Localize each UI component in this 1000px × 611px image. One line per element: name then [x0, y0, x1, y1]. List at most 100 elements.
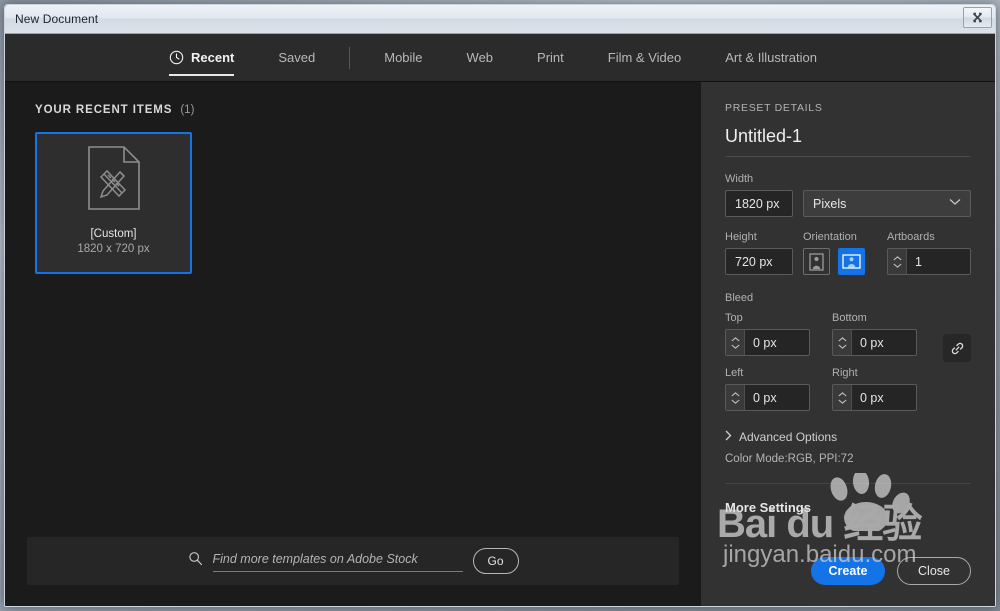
tab-film-video-label: Film & Video	[607, 50, 682, 65]
advanced-options-label: Advanced Options	[739, 430, 838, 444]
chevron-right-icon	[725, 430, 732, 444]
bleed-grid: Top 0 px Bottom 0 px Left 0 px Right 0 p…	[725, 312, 971, 411]
bleed-right-value: 0 px	[860, 390, 884, 405]
link-chain-icon	[951, 342, 963, 354]
stepper-up-icon	[730, 336, 740, 342]
templates-pane: YOUR RECENT ITEMS (1) [Custom] 1820 x 72…	[5, 82, 701, 606]
bleed-left-stepper[interactable]: 0 px	[725, 384, 810, 411]
close-button-label: Close	[918, 564, 950, 578]
tab-art-illustration-label: Art & Illustration	[725, 50, 817, 65]
more-settings-button[interactable]: More Settings	[725, 500, 971, 515]
chevron-down-icon	[949, 198, 961, 209]
tab-web-label: Web	[466, 50, 494, 65]
height-section: Height 720 px	[725, 231, 803, 275]
artboards-stepper-arrows[interactable]	[888, 249, 907, 274]
adobe-stock-search-bar: Go	[27, 537, 679, 585]
tab-web[interactable]: Web	[445, 34, 516, 82]
tab-mobile[interactable]: Mobile	[362, 34, 444, 82]
units-select-value: Pixels	[813, 196, 847, 211]
recent-items-header: YOUR RECENT ITEMS (1)	[5, 82, 701, 116]
bleed-bottom-cell: Bottom 0 px	[832, 312, 917, 356]
clock-icon	[169, 50, 184, 65]
bleed-left-value: 0 px	[753, 390, 777, 405]
dialog-body: Recent Saved Mobile Web Print Film & Vid…	[5, 34, 995, 606]
width-row: 1820 px Pixels	[725, 190, 971, 217]
window-controls	[963, 7, 992, 28]
tab-separator	[349, 46, 351, 69]
orientation-landscape-icon	[842, 254, 861, 269]
document-name-field[interactable]: Untitled-1	[725, 126, 971, 157]
orientation-portrait-icon	[809, 252, 824, 271]
bleed-row-bottom: Left 0 px Right 0 px	[725, 367, 971, 411]
width-section: Width 1820 px Pixels	[725, 173, 971, 217]
tab-recent[interactable]: Recent	[147, 34, 256, 82]
orientation-portrait-button[interactable]	[803, 248, 830, 275]
orientation-buttons	[803, 248, 887, 275]
bleed-label: Bleed	[725, 292, 754, 304]
width-label: Width	[725, 173, 754, 185]
units-select[interactable]: Pixels	[803, 190, 971, 217]
dialog-main: YOUR RECENT ITEMS (1) [Custom] 1820 x 72…	[5, 82, 995, 606]
orientation-landscape-button[interactable]	[838, 248, 865, 275]
preset-divider	[725, 483, 971, 484]
bleed-right-label: Right	[832, 367, 858, 379]
bleed-link-button[interactable]	[943, 334, 971, 362]
tab-mobile-label: Mobile	[384, 50, 423, 65]
new-document-window: New Document Recent Saved Mobile Web Pri…	[4, 4, 996, 607]
stepper-down-icon	[730, 399, 740, 404]
tab-art-illustration[interactable]: Art & Illustration	[703, 34, 839, 82]
artboards-value: 1	[915, 254, 922, 269]
advanced-options-toggle[interactable]: Advanced Options	[725, 430, 971, 444]
create-button[interactable]: Create	[811, 557, 885, 585]
bleed-right-arrows[interactable]	[833, 385, 852, 410]
bleed-top-cell: Top 0 px	[725, 312, 810, 356]
artboards-stepper[interactable]: 1	[887, 248, 971, 275]
bleed-top-label: Top	[725, 312, 743, 324]
orientation-label: Orientation	[803, 231, 857, 243]
width-input[interactable]: 1820 px	[725, 190, 793, 217]
stock-search-go-button[interactable]: Go	[472, 548, 519, 574]
bleed-right-cell: Right 0 px	[832, 367, 917, 411]
color-mode-summary: Color Mode:RGB, PPI:72	[725, 453, 854, 465]
recent-item-card[interactable]: [Custom] 1820 x 720 px	[35, 132, 192, 274]
close-button[interactable]: Close	[897, 557, 971, 585]
category-tabbar: Recent Saved Mobile Web Print Film & Vid…	[5, 34, 995, 82]
height-orientation-artboards-row: Height 720 px Orientation Artboards 1	[725, 231, 971, 275]
bleed-left-arrows[interactable]	[726, 385, 745, 410]
recent-item-name: [Custom]	[90, 228, 137, 240]
tab-print[interactable]: Print	[515, 34, 586, 82]
close-x-icon	[972, 12, 983, 23]
tab-saved[interactable]: Saved	[256, 34, 337, 82]
search-icon	[188, 551, 203, 571]
bleed-bottom-arrows[interactable]	[833, 330, 852, 355]
window-close-button[interactable]	[963, 7, 992, 28]
bleed-top-stepper[interactable]: 0 px	[725, 329, 810, 356]
window-title: New Document	[15, 12, 99, 26]
stepper-up-icon	[730, 391, 740, 397]
dialog-actions: Create Close	[811, 557, 971, 585]
document-pencil-ruler-icon	[86, 145, 142, 216]
stock-search-input[interactable]	[212, 552, 463, 566]
tab-film-video[interactable]: Film & Video	[586, 34, 703, 82]
go-button-label: Go	[487, 554, 504, 568]
bleed-left-cell: Left 0 px	[725, 367, 810, 411]
bleed-bottom-label: Bottom	[832, 312, 867, 324]
bleed-right-stepper[interactable]: 0 px	[832, 384, 917, 411]
stepper-down-icon	[837, 344, 847, 349]
preset-details-heading: PRESET DETAILS	[725, 102, 823, 114]
recent-item-dimensions: 1820 x 720 px	[77, 243, 150, 255]
bleed-bottom-stepper[interactable]: 0 px	[832, 329, 917, 356]
bleed-row-top: Top 0 px Bottom 0 px	[725, 312, 971, 356]
stepper-down-icon	[892, 263, 902, 268]
bleed-top-value: 0 px	[753, 335, 777, 350]
screen-root: New Document Recent Saved Mobile Web Pri…	[0, 0, 1000, 611]
create-button-label: Create	[828, 564, 868, 578]
height-input[interactable]: 720 px	[725, 248, 793, 275]
stepper-up-icon	[837, 336, 847, 342]
bleed-top-arrows[interactable]	[726, 330, 745, 355]
tab-recent-label: Recent	[191, 50, 235, 65]
stepper-up-icon	[837, 391, 847, 397]
window-titlebar: New Document	[5, 5, 995, 34]
tab-print-label: Print	[537, 50, 564, 65]
bleed-bottom-value: 0 px	[860, 335, 884, 350]
